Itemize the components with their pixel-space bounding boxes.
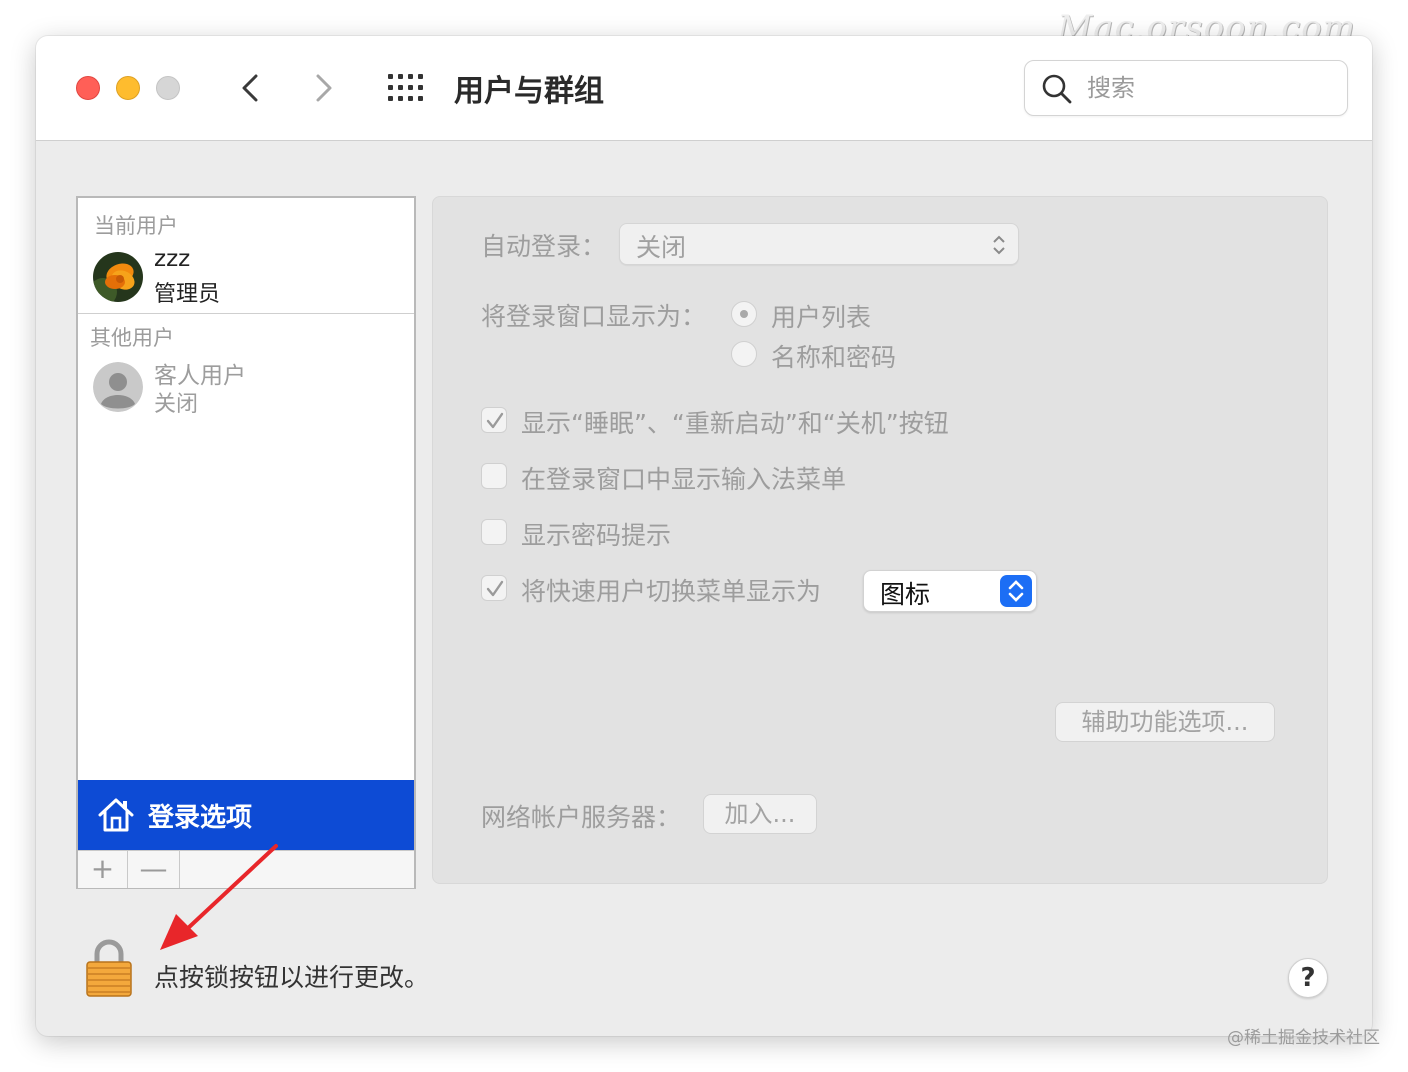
user-row-guest[interactable]: 客人用户 关闭 <box>78 356 414 426</box>
remove-user-button[interactable]: — <box>128 851 180 888</box>
user-avatar <box>93 252 143 302</box>
fast-switch-popup[interactable]: 图标 <box>863 570 1037 612</box>
login-options-label: 登录选项 <box>148 803 253 833</box>
help-button[interactable]: ? <box>1288 958 1328 998</box>
radio-user-list[interactable] <box>731 301 757 327</box>
network-server-label: 网络帐户服务器： <box>481 803 682 832</box>
current-users-header: 当前用户 <box>94 214 178 238</box>
popup-stepper <box>1000 575 1032 607</box>
auto-login-value: 关闭 <box>636 233 687 262</box>
zoom-window-button[interactable] <box>156 76 180 100</box>
checkbox-password-hints[interactable] <box>481 519 507 545</box>
search-input[interactable] <box>1087 71 1337 105</box>
login-options-item[interactable]: 登录选项 <box>78 780 414 850</box>
login-options-panel: 自动登录： 关闭 将登录窗口显示为： 用户列表 名称和密码 显示“睡眠”、“重新… <box>432 196 1328 884</box>
lock-button[interactable] <box>84 938 134 1002</box>
preferences-window: 用户与群组 当前用户 zzz 管理员 <box>36 36 1372 1036</box>
grid-icon <box>388 74 423 101</box>
window-title: 用户与群组 <box>454 74 604 109</box>
chevron-right-icon <box>316 74 332 102</box>
flower-avatar-icon <box>93 252 143 302</box>
section-divider <box>78 313 414 314</box>
checkmark-icon <box>486 580 504 597</box>
person-icon <box>93 362 143 412</box>
add-user-button[interactable]: + <box>78 851 128 888</box>
checkbox-password-hints-label: 显示密码提示 <box>521 521 672 550</box>
radio-name-password[interactable] <box>731 341 757 367</box>
user-name: zzz <box>154 246 191 272</box>
checkbox-fast-switch-label: 将快速用户切换菜单显示为 <box>521 577 822 606</box>
chevron-updown-icon <box>993 235 1005 255</box>
chevron-left-icon <box>242 74 258 102</box>
other-users-header: 其他用户 <box>90 326 174 350</box>
auto-login-popup[interactable]: 关闭 <box>619 223 1019 265</box>
back-button[interactable] <box>236 68 266 108</box>
site-credit: @稀土掘金技术社区 <box>1227 1028 1380 1048</box>
user-row-current[interactable]: zzz 管理员 <box>78 246 414 316</box>
radio-user-list-label: 用户列表 <box>771 303 872 332</box>
guest-name: 客人用户 <box>154 363 246 389</box>
user-role: 管理员 <box>154 282 221 307</box>
house-icon <box>98 798 134 832</box>
checkmark-icon <box>486 412 504 429</box>
login-window-label: 将登录窗口显示为： <box>481 302 707 331</box>
toolbar: 用户与群组 <box>36 36 1372 141</box>
checkbox-input-menu-label: 在登录窗口中显示输入法菜单 <box>521 465 847 494</box>
forward-button[interactable] <box>308 68 338 108</box>
guest-status: 关闭 <box>154 392 199 417</box>
close-window-button[interactable] <box>76 76 100 100</box>
radio-name-password-label: 名称和密码 <box>771 343 897 372</box>
auto-login-label: 自动登录： <box>481 232 607 261</box>
checkbox-show-buttons-label: 显示“睡眠”、“重新启动”和“关机”按钮 <box>521 409 949 438</box>
accessibility-options-button[interactable]: 辅助功能选项... <box>1055 702 1275 742</box>
lock-icon <box>86 939 132 997</box>
search-icon <box>1042 74 1072 104</box>
lock-message: 点按锁按钮以进行更改。 <box>154 963 430 992</box>
checkbox-show-buttons[interactable] <box>481 407 507 433</box>
chevron-updown-icon <box>1008 580 1024 602</box>
guest-avatar-icon <box>93 362 143 412</box>
search-field[interactable] <box>1024 60 1348 116</box>
join-button[interactable]: 加入... <box>703 794 817 834</box>
fast-switch-value: 图标 <box>880 580 931 609</box>
user-list: 当前用户 zzz 管理员 其他用户 客人用户 关闭 登录选项 + — <box>76 196 416 889</box>
checkbox-input-menu[interactable] <box>481 463 507 489</box>
minimize-window-button[interactable] <box>116 76 140 100</box>
show-all-button[interactable] <box>386 72 426 104</box>
checkbox-fast-switch[interactable] <box>481 575 507 601</box>
list-footer: + — <box>78 850 414 888</box>
